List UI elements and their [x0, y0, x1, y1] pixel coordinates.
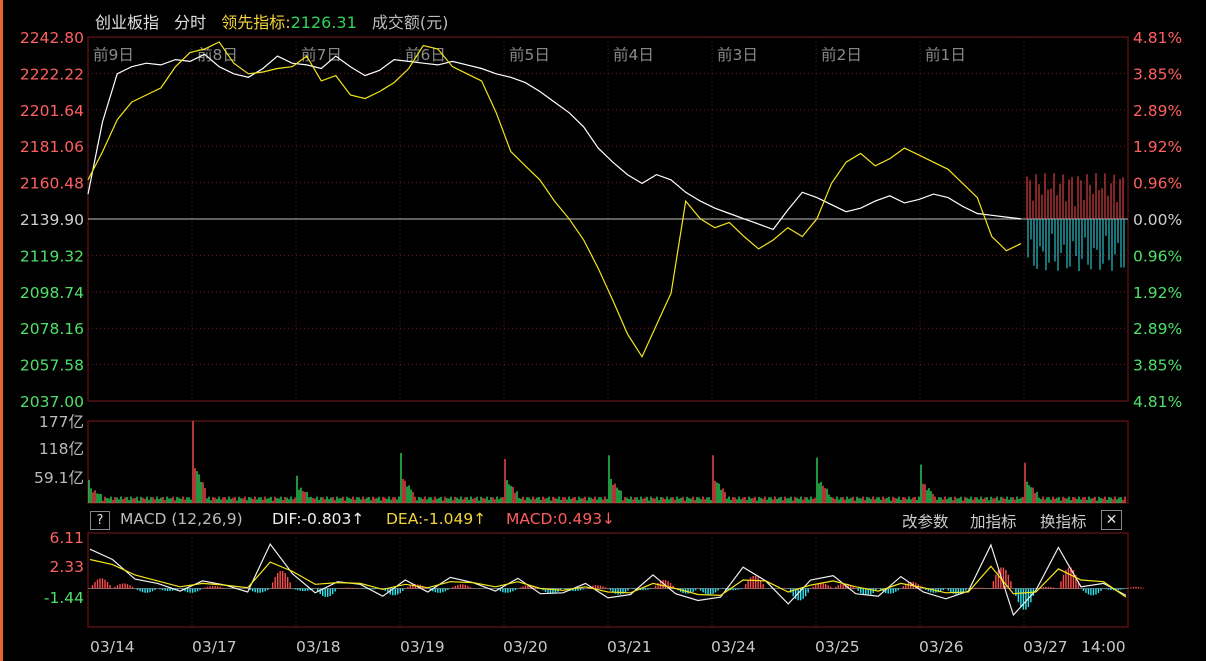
- x-axis-label: 03/27: [1023, 638, 1068, 656]
- x-axis-label: 03/25: [815, 638, 860, 656]
- switch-indicator-button[interactable]: 换指标: [1040, 510, 1087, 532]
- x-axis-label: 03/21: [607, 638, 652, 656]
- price-tick-label: 2098.74: [20, 284, 84, 302]
- price-tick-label: 2037.00: [20, 393, 84, 411]
- price-tick-label: 2078.16: [20, 320, 84, 338]
- price-line: [87, 53, 1022, 231]
- x-axis-label: 03/24: [711, 638, 756, 656]
- percent-tick-label: 3.85%: [1133, 65, 1182, 83]
- price-tick-label: 2057.58: [20, 357, 84, 375]
- dif-line: [89, 542, 1127, 617]
- dif-value: DIF:-0.803↑: [272, 510, 365, 528]
- percent-tick-label: 1.92%: [1133, 284, 1182, 302]
- close-icon[interactable]: ✕: [1101, 510, 1122, 530]
- x-axis-label: 03/17: [192, 638, 237, 656]
- percent-tick-label: 0.00%: [1133, 211, 1182, 229]
- x-axis-label: 14:00: [1081, 638, 1126, 656]
- stock-chart[interactable]: 2242.80 4.81% 2222.22 3.85% 2201.64 2.89% 2181…: [0, 0, 1206, 661]
- x-axis-label: 03/14: [90, 638, 135, 656]
- x-axis-label: 03/20: [503, 638, 548, 656]
- percent-tick-label: 2.89%: [1133, 102, 1182, 120]
- macd-tick-label: 2.33: [49, 558, 84, 576]
- day-label: 前4日: [613, 46, 654, 64]
- day-label: 前7日: [301, 46, 342, 64]
- percent-tick-label: 0.96%: [1133, 175, 1182, 193]
- dea-value: DEA:-1.049↑: [386, 510, 487, 528]
- percent-tick-label: 1.92%: [1133, 138, 1182, 156]
- macd-toolbar: ? MACD (12,26,9) DIF:-0.803↑ DEA:-1.049↑…: [90, 509, 1128, 531]
- help-button[interactable]: ?: [90, 511, 110, 530]
- day-label: 前5日: [509, 46, 550, 64]
- price-tick-label: 2139.90: [20, 211, 84, 229]
- price-tick-label: 2222.22: [20, 65, 84, 83]
- add-indicator-button[interactable]: 加指标: [970, 510, 1017, 532]
- macd-tick-label: 6.11: [49, 529, 84, 547]
- percent-tick-label: 4.81%: [1133, 29, 1182, 47]
- volume-panel-frame: [87, 420, 1129, 504]
- price-tick-label: 2181.06: [20, 138, 84, 156]
- percent-tick-label: 3.85%: [1133, 357, 1182, 375]
- volume-tick-label: 177亿: [39, 413, 84, 431]
- macd-name: MACD (12,26,9): [120, 510, 243, 528]
- x-axis-label: 03/26: [919, 638, 964, 656]
- price-tick-label: 2119.32: [20, 247, 84, 265]
- macd-panel-frame: [87, 532, 1129, 628]
- percent-tick-label: 2.89%: [1133, 320, 1182, 338]
- price-tick-label: 2201.64: [20, 102, 84, 120]
- day-label: 前3日: [717, 46, 758, 64]
- day-label: 前1日: [925, 46, 966, 64]
- day-label: 前2日: [821, 46, 862, 64]
- x-axis-label: 03/18: [296, 638, 341, 656]
- day-label: 前9日: [93, 46, 134, 64]
- macd-value: MACD:0.493↓: [506, 510, 616, 528]
- price-tick-label: 2242.80: [20, 29, 84, 47]
- macd-tick-label: -1.44: [44, 589, 84, 607]
- edit-params-button[interactable]: 改参数: [902, 510, 949, 532]
- percent-tick-label: 4.81%: [1133, 393, 1182, 411]
- price-tick-label: 2160.48: [20, 175, 84, 193]
- volume-tick-label: 118亿: [39, 440, 84, 458]
- volume-tick-label: 59.1亿: [34, 469, 84, 487]
- x-axis-label: 03/19: [400, 638, 445, 656]
- percent-tick-label: 0.96%: [1133, 247, 1182, 265]
